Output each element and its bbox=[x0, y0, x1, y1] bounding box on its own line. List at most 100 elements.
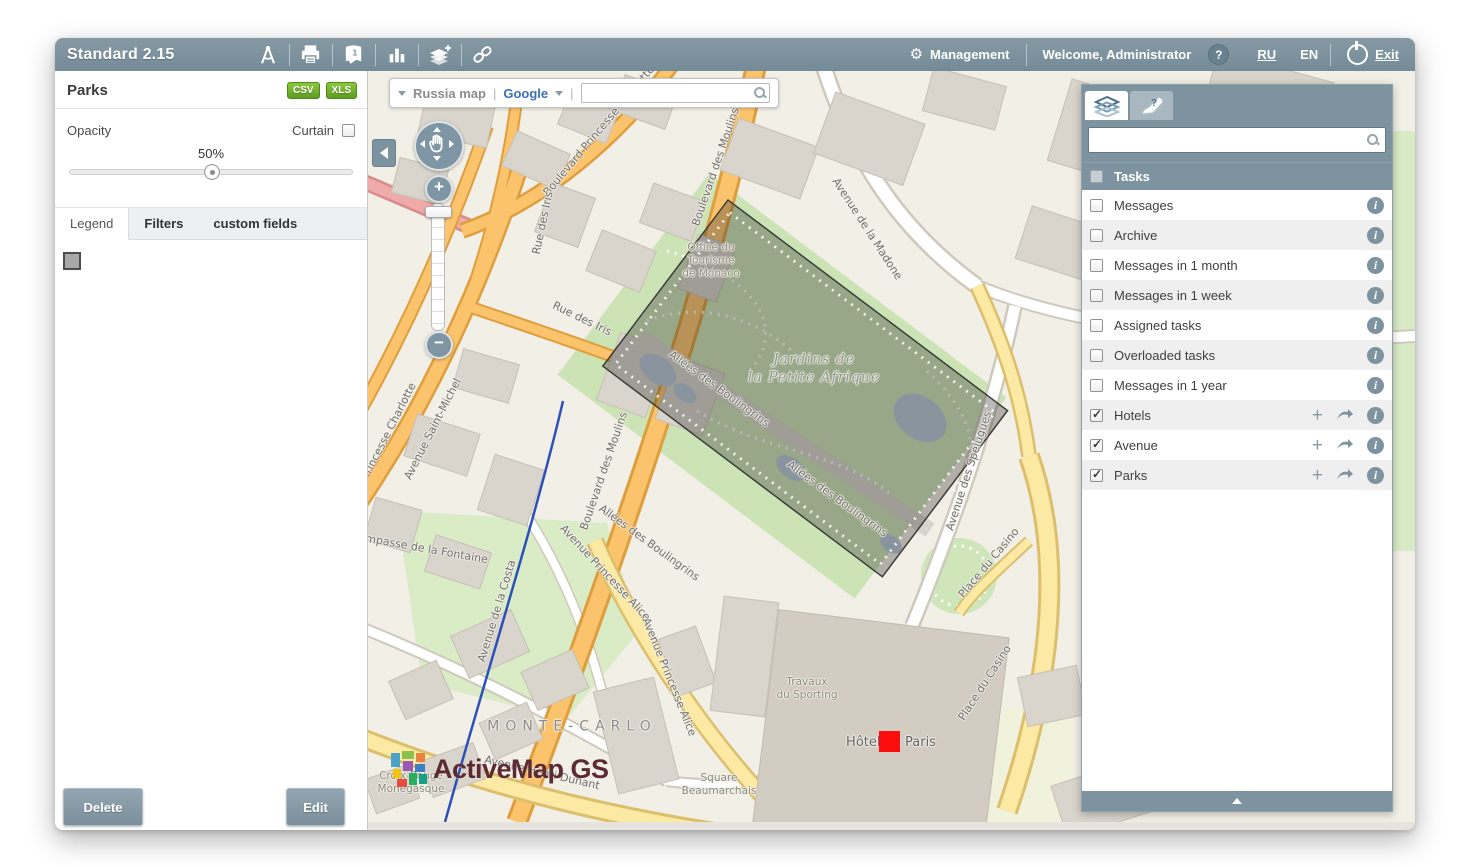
zoom-slider[interactable] bbox=[431, 203, 445, 331]
go-to-layer-icon[interactable] bbox=[1336, 468, 1354, 483]
task-row[interactable]: Messages in 1 month bbox=[1082, 250, 1392, 280]
collapse-panel-button[interactable] bbox=[1082, 791, 1392, 811]
task-row[interactable]: Messages in 1 week bbox=[1082, 280, 1392, 310]
task-checkbox[interactable] bbox=[1090, 199, 1103, 212]
tab-help-journal[interactable]: ? bbox=[1130, 91, 1173, 120]
left-panel: Parks CSV XLS Opacity Curtain 50% Legend… bbox=[55, 71, 368, 830]
zoom-slider-handle[interactable] bbox=[425, 206, 452, 218]
task-label: Assigned tasks bbox=[1114, 318, 1356, 333]
map-label: Jardins de la Petite Afrique bbox=[748, 352, 880, 387]
zoom-out-button[interactable] bbox=[425, 331, 453, 359]
add-icon[interactable] bbox=[1312, 436, 1323, 455]
task-row[interactable]: Overloaded tasks bbox=[1082, 340, 1392, 370]
info-icon[interactable] bbox=[1367, 377, 1384, 394]
base-layer-dropdown-icon[interactable] bbox=[398, 91, 406, 96]
curtain-checkbox[interactable] bbox=[342, 124, 355, 137]
task-checkbox[interactable] bbox=[1090, 379, 1103, 392]
collapse-left-panel-button[interactable] bbox=[372, 139, 396, 167]
base-layer-selector[interactable]: Russia map bbox=[413, 86, 486, 101]
task-row[interactable]: Messages bbox=[1082, 190, 1392, 220]
layer-row[interactable]: Hotels bbox=[1082, 400, 1392, 430]
opacity-slider-handle[interactable] bbox=[204, 164, 220, 180]
search-icon[interactable] bbox=[1366, 133, 1379, 146]
info-icon[interactable] bbox=[1367, 347, 1384, 364]
power-icon bbox=[1347, 44, 1368, 65]
exit-button[interactable]: Exit bbox=[1331, 44, 1415, 65]
layer-checkbox[interactable] bbox=[1090, 439, 1103, 452]
opacity-section: Opacity Curtain 50% bbox=[55, 109, 367, 185]
info-icon[interactable] bbox=[1367, 287, 1384, 304]
info-icon[interactable] bbox=[1367, 437, 1384, 454]
right-panel-empty-area bbox=[1082, 490, 1392, 791]
map-label: Square Beaumarchais bbox=[682, 772, 757, 798]
info-icon[interactable] bbox=[1367, 407, 1384, 424]
add-icon[interactable] bbox=[1312, 466, 1323, 485]
task-checkbox[interactable] bbox=[1090, 229, 1103, 242]
layer-label: Hotels bbox=[1114, 408, 1301, 423]
exit-label: Exit bbox=[1375, 47, 1399, 62]
tasks-group-checkbox[interactable] bbox=[1090, 170, 1103, 183]
info-icon[interactable] bbox=[1367, 257, 1384, 274]
task-row[interactable]: Archive bbox=[1082, 220, 1392, 250]
statistics-button[interactable] bbox=[376, 38, 418, 71]
add-layer-button[interactable] bbox=[419, 38, 461, 71]
go-to-layer-icon[interactable] bbox=[1336, 438, 1354, 453]
info-icon[interactable] bbox=[1367, 467, 1384, 484]
provider-selector[interactable]: Google bbox=[503, 86, 548, 101]
layer-row[interactable]: Avenue bbox=[1082, 430, 1392, 460]
task-checkbox[interactable] bbox=[1090, 349, 1103, 362]
management-button[interactable]: ⚙ Management bbox=[894, 47, 1026, 62]
task-label: Messages in 1 month bbox=[1114, 258, 1356, 273]
help-button[interactable]: ? bbox=[1208, 44, 1229, 65]
printer-icon bbox=[299, 43, 322, 66]
info-icon[interactable] bbox=[1367, 317, 1384, 334]
right-panel-tabs: ? bbox=[1082, 85, 1392, 120]
info-icon[interactable] bbox=[1367, 227, 1384, 244]
opacity-value: 50% bbox=[67, 146, 355, 161]
journal-button[interactable]: 1 bbox=[333, 38, 375, 71]
selected-hotel-marker[interactable] bbox=[879, 731, 900, 752]
lang-en-button[interactable]: EN bbox=[1288, 47, 1330, 62]
info-icon[interactable] bbox=[1367, 197, 1384, 214]
pan-control[interactable] bbox=[414, 121, 464, 171]
layer-row[interactable]: Parks bbox=[1082, 460, 1392, 490]
lang-ru-button[interactable]: RU bbox=[1245, 47, 1288, 62]
layers-search-input[interactable] bbox=[1093, 130, 1363, 150]
tab-filters[interactable]: Filters bbox=[129, 208, 198, 239]
top-toolbar: Standard 2.15 bbox=[55, 38, 1415, 72]
task-checkbox[interactable] bbox=[1090, 259, 1103, 272]
edit-button[interactable]: Edit bbox=[286, 788, 345, 826]
zoom-in-button[interactable] bbox=[425, 175, 453, 203]
right-panel: ? Tasks Messages Archiv bbox=[1081, 84, 1393, 812]
right-panel-search-row bbox=[1082, 120, 1392, 162]
pan-hand-icon bbox=[416, 123, 458, 165]
tab-layers[interactable] bbox=[1085, 91, 1128, 120]
task-row[interactable]: Messages in 1 year bbox=[1082, 370, 1392, 400]
task-checkbox[interactable] bbox=[1090, 319, 1103, 332]
task-checkbox[interactable] bbox=[1090, 289, 1103, 302]
go-to-layer-icon[interactable] bbox=[1336, 408, 1354, 423]
delete-button[interactable]: Delete bbox=[63, 788, 143, 826]
opacity-slider[interactable] bbox=[69, 163, 353, 179]
left-panel-header: Parks CSV XLS bbox=[55, 71, 367, 109]
map-label: Travaux du Sporting bbox=[776, 676, 837, 702]
map-search-input[interactable] bbox=[584, 84, 751, 102]
export-xls-button[interactable]: XLS bbox=[326, 82, 357, 99]
print-button[interactable] bbox=[290, 38, 332, 71]
provider-dropdown-icon[interactable] bbox=[555, 91, 563, 96]
add-icon[interactable] bbox=[1312, 406, 1323, 425]
tab-custom-fields[interactable]: custom fields bbox=[198, 208, 312, 239]
activemap-logo: ActiveMap GS bbox=[389, 749, 609, 789]
tab-legend[interactable]: Legend bbox=[55, 208, 129, 240]
share-link-button[interactable] bbox=[462, 38, 504, 71]
task-row[interactable]: Assigned tasks bbox=[1082, 310, 1392, 340]
search-icon[interactable] bbox=[753, 86, 766, 99]
bar-chart-icon bbox=[386, 44, 408, 66]
export-csv-button[interactable]: CSV bbox=[287, 82, 320, 99]
layer-checkbox[interactable] bbox=[1090, 469, 1103, 482]
map-canvas[interactable]: Boulevard des MoulinsBoulevard des Mouli… bbox=[367, 71, 1415, 822]
compass-icon bbox=[257, 44, 279, 66]
measure-tool-button[interactable] bbox=[247, 38, 289, 71]
layer-checkbox[interactable] bbox=[1090, 409, 1103, 422]
map-search-box bbox=[581, 83, 770, 103]
